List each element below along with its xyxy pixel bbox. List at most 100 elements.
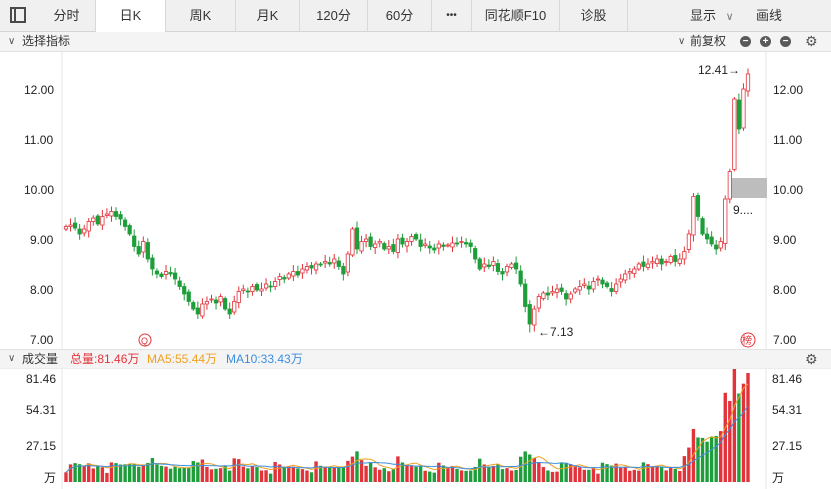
candle <box>595 275 601 286</box>
candle <box>518 265 523 287</box>
candle <box>318 262 323 267</box>
volume-bar-item <box>618 467 623 482</box>
more-tabs-button[interactable]: ••• <box>432 0 472 32</box>
display-menu[interactable]: 显示 ∨ <box>690 0 734 32</box>
volume-bar-item <box>523 451 527 482</box>
volume-bar-item <box>609 465 614 482</box>
candle <box>545 286 551 300</box>
adjust-mode-button[interactable]: 前复权 <box>690 32 726 51</box>
volume-ma10: MA10:33.43万 <box>226 352 303 366</box>
candle <box>645 258 651 271</box>
volume-bar-item <box>241 466 246 482</box>
select-indicator-button[interactable]: 选择指标 <box>22 32 70 51</box>
candle <box>395 234 401 259</box>
volume-bar-item <box>264 470 268 482</box>
volume-bar-item <box>68 464 73 482</box>
candle <box>72 217 78 231</box>
volume-bar-item <box>132 463 136 482</box>
volume-bar-item <box>432 472 436 482</box>
candle <box>559 283 564 295</box>
volume-bar-item <box>741 383 746 482</box>
candle <box>723 195 728 250</box>
candle <box>504 263 510 277</box>
volume-ma5: MA5:55.44万 <box>147 352 218 366</box>
volume-bar-item <box>373 467 377 482</box>
candle <box>168 266 173 277</box>
candle <box>514 256 519 274</box>
volume-bar-item <box>323 466 327 482</box>
volume-bar-item <box>355 451 359 482</box>
candle <box>741 83 746 131</box>
volume-bar-item <box>632 469 637 482</box>
tab-60min[interactable]: 60分 <box>368 0 432 32</box>
candle <box>386 240 391 254</box>
current-price-label: 9.... <box>733 203 753 217</box>
tab-f10[interactable]: 同花顺F10 <box>472 0 560 32</box>
candle <box>218 293 223 307</box>
chevron-down-icon[interactable]: ∨ <box>678 32 685 51</box>
tab-daily-k[interactable]: 日K <box>96 0 166 32</box>
volume-bar-item <box>314 461 318 482</box>
candle <box>113 207 119 220</box>
candle <box>473 245 478 264</box>
rank-marker-label[interactable]: 榜 <box>742 334 752 347</box>
candle <box>668 254 673 265</box>
tab-monthly-k[interactable]: 月K <box>236 0 300 32</box>
candle <box>250 283 255 296</box>
chevron-down-icon[interactable]: ∨ <box>8 32 15 51</box>
tab-diagnose[interactable]: 诊股 <box>560 0 628 32</box>
candle <box>677 253 682 267</box>
candle <box>254 282 260 292</box>
candle <box>591 277 596 293</box>
volume-bar-item <box>641 462 646 482</box>
volume-bar-item <box>600 462 605 482</box>
candle <box>477 257 482 271</box>
candle <box>68 218 73 232</box>
candle <box>714 240 719 255</box>
volume-bar-item <box>387 471 391 482</box>
candle <box>382 241 387 251</box>
plus-icon[interactable]: + <box>760 36 771 47</box>
volume-bar-item <box>455 469 459 482</box>
chevron-down-icon[interactable]: ∨ <box>8 350 15 368</box>
candle <box>136 240 141 257</box>
draw-line-button[interactable]: 画线 <box>756 0 782 32</box>
candle <box>450 236 455 252</box>
volume-bar-item <box>296 468 300 482</box>
layout-toggle-icon[interactable] <box>10 7 26 23</box>
volume-title[interactable]: 成交量 <box>22 350 58 368</box>
candle <box>423 238 428 249</box>
candle <box>486 259 491 270</box>
volume-chart[interactable]: 81.46 54.31 27.15 万 81.46 54.31 27.15 万 <box>0 369 831 489</box>
volume-bar-item <box>309 472 314 482</box>
minus-icon[interactable]: − <box>740 36 751 47</box>
volume-bar-item <box>282 466 286 482</box>
candle <box>413 232 419 241</box>
price-chart[interactable]: 12.00 11.00 10.00 9.00 8.00 7.00 12.00 1… <box>0 52 831 349</box>
candle <box>400 233 405 248</box>
volume-bar-item <box>678 470 682 482</box>
candle <box>641 255 646 272</box>
gear-icon[interactable]: ⚙ <box>805 350 818 368</box>
volume-bar-item <box>341 466 346 482</box>
toolbar: 分时 日K 周K 月K 120分 60分 ••• 同花顺F10 诊股 显示 ∨ … <box>0 0 831 32</box>
close-icon[interactable]: − <box>780 36 791 47</box>
candle <box>500 268 505 281</box>
vol-tick-left: 81.46 <box>26 372 56 386</box>
tab-120min[interactable]: 120分 <box>300 0 368 32</box>
candle <box>132 229 137 252</box>
volume-bar-item <box>291 466 296 482</box>
volume-bar-item <box>423 470 427 482</box>
tab-timeshare[interactable]: 分时 <box>38 0 96 32</box>
event-marker-label[interactable]: Q <box>141 336 148 346</box>
tab-weekly-k[interactable]: 周K <box>166 0 236 32</box>
candle <box>600 277 605 289</box>
y-tick-right: 12.00 <box>773 83 803 97</box>
y-tick-right: 11.00 <box>773 133 802 147</box>
volume-bar-item <box>682 456 687 482</box>
candle <box>445 243 451 248</box>
gear-icon[interactable]: ⚙ <box>805 32 818 51</box>
volume-bar-item <box>414 466 418 482</box>
volume-bar-item <box>491 465 496 482</box>
volume-bar-item <box>737 393 741 482</box>
